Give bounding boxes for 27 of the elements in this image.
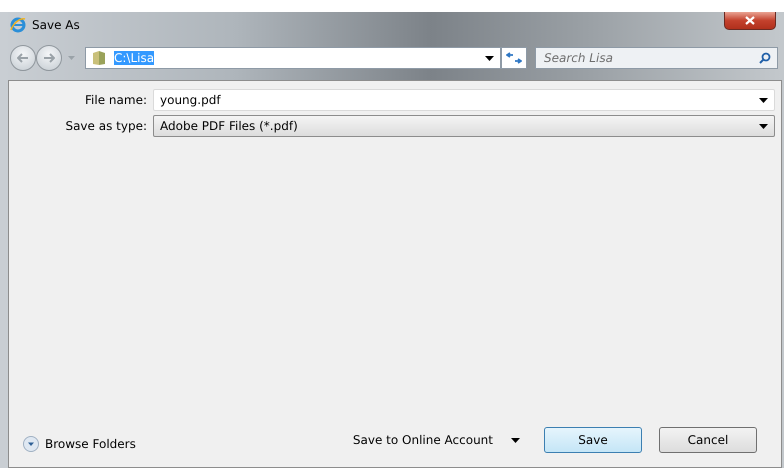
browse-folders-toggle[interactable]: Browse Folders [23,436,136,452]
forward-button[interactable] [36,45,62,71]
caret-icon [485,56,494,60]
field-label: File name: [84,93,147,107]
history-caret-icon[interactable] [68,56,75,60]
save-button[interactable]: Save [544,427,642,453]
back-button[interactable] [10,45,36,71]
caret-icon [759,98,768,102]
file-name-field[interactable]: young.pdf [153,89,775,111]
close-button[interactable] [724,12,776,30]
folder-path: C:\Lisa [114,51,154,65]
file-type-dropdown[interactable]: Adobe PDF Files (*.pdf) [153,115,775,137]
cancel-button[interactable]: Cancel [659,427,757,453]
online-account-menu[interactable]: Save to Online Account [352,433,520,447]
folder-icon [92,50,106,66]
caret-icon [759,124,768,128]
search-field[interactable]: Search Lisa [535,47,778,69]
caret-icon [511,438,520,442]
back-arrow-icon [17,53,29,63]
close-icon [745,16,755,25]
forward-arrow-icon [43,53,55,63]
refresh-button[interactable] [501,47,527,69]
field-label: Save as type: [64,119,147,133]
search-icon [759,52,771,64]
window-title: Save As [32,18,80,32]
refresh-arrows-icon [506,52,522,64]
browser-logo-icon [10,17,26,33]
